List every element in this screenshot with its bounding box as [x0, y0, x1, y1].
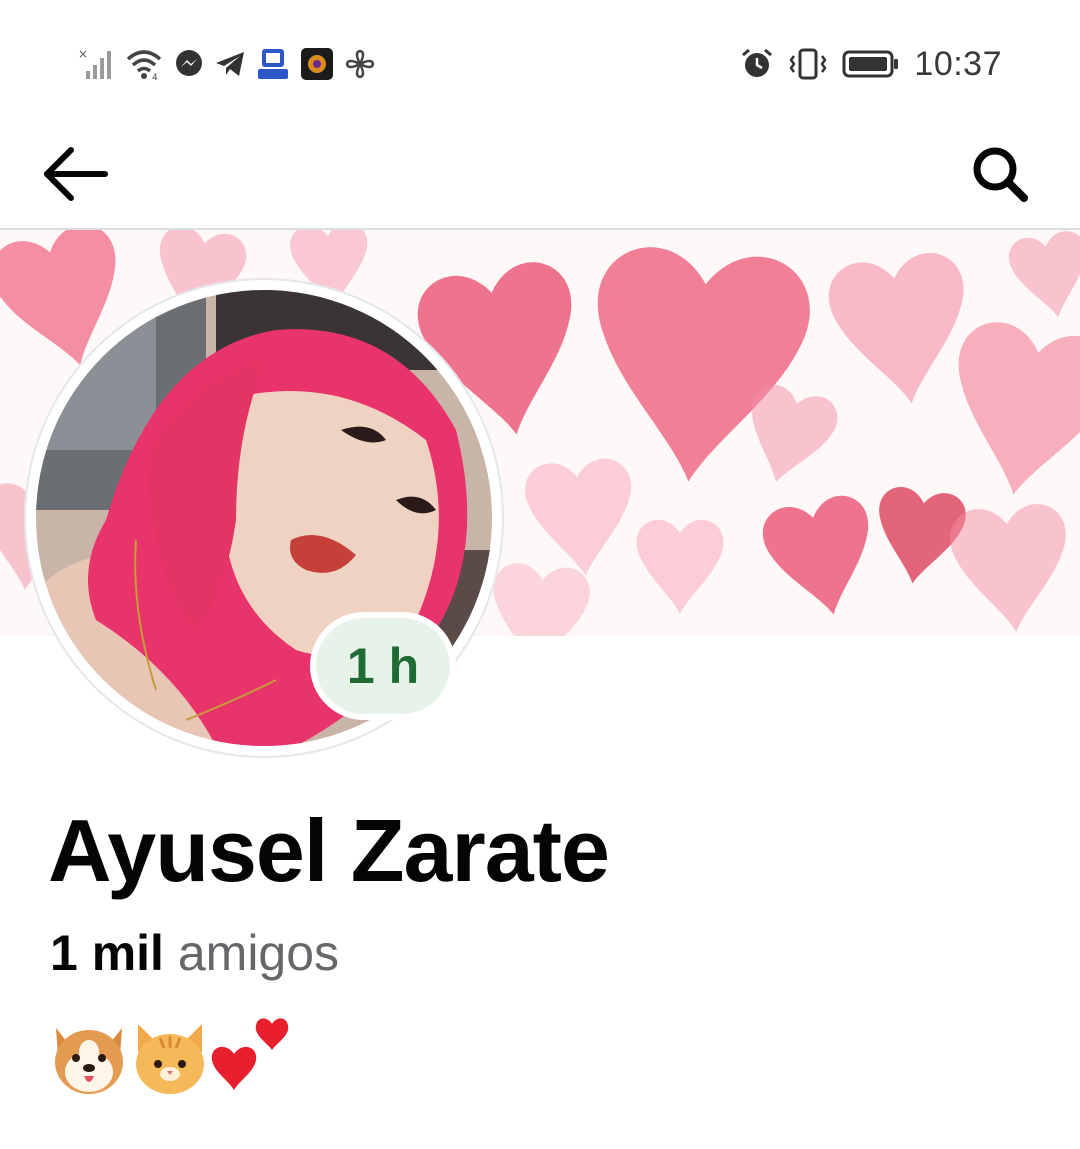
search-button[interactable] [960, 134, 1040, 214]
arrow-left-icon [44, 147, 108, 201]
status-bar: × 4 10:37 [0, 0, 1080, 120]
battery-icon [842, 50, 899, 78]
two-hearts-emoji [211, 1018, 289, 1090]
status-time: 10:37 [914, 44, 1002, 83]
vibrate-icon [789, 48, 827, 80]
svg-text:4: 4 [152, 73, 158, 81]
dog-face-emoji [55, 1028, 123, 1094]
profile-bio [48, 1008, 296, 1098]
profile-name: Ayusel Zarate [48, 801, 610, 900]
signal-off-icon: × [78, 47, 111, 79]
app-bar [0, 120, 1080, 228]
game-app-icon [301, 48, 333, 80]
status-right-icons: 10:37 [740, 40, 1002, 88]
friends-count[interactable]: 1 mil amigos [50, 924, 339, 982]
vpn-app-icon [258, 49, 288, 79]
back-button[interactable] [34, 134, 114, 214]
pinwheel-icon [345, 49, 375, 79]
friends-label: amigos [177, 925, 340, 981]
search-icon [973, 147, 1028, 202]
svg-text:×: × [78, 47, 88, 61]
alarm-icon [742, 48, 773, 77]
story-time-badge[interactable]: 1 h [316, 618, 450, 714]
status-left-icons: × 4 [78, 44, 376, 84]
telegram-icon [216, 52, 244, 76]
messenger-icon [176, 50, 202, 76]
cat-face-emoji [136, 1024, 204, 1094]
wifi-icon: 4 [126, 50, 162, 81]
friends-count-value: 1 mil [50, 925, 164, 981]
